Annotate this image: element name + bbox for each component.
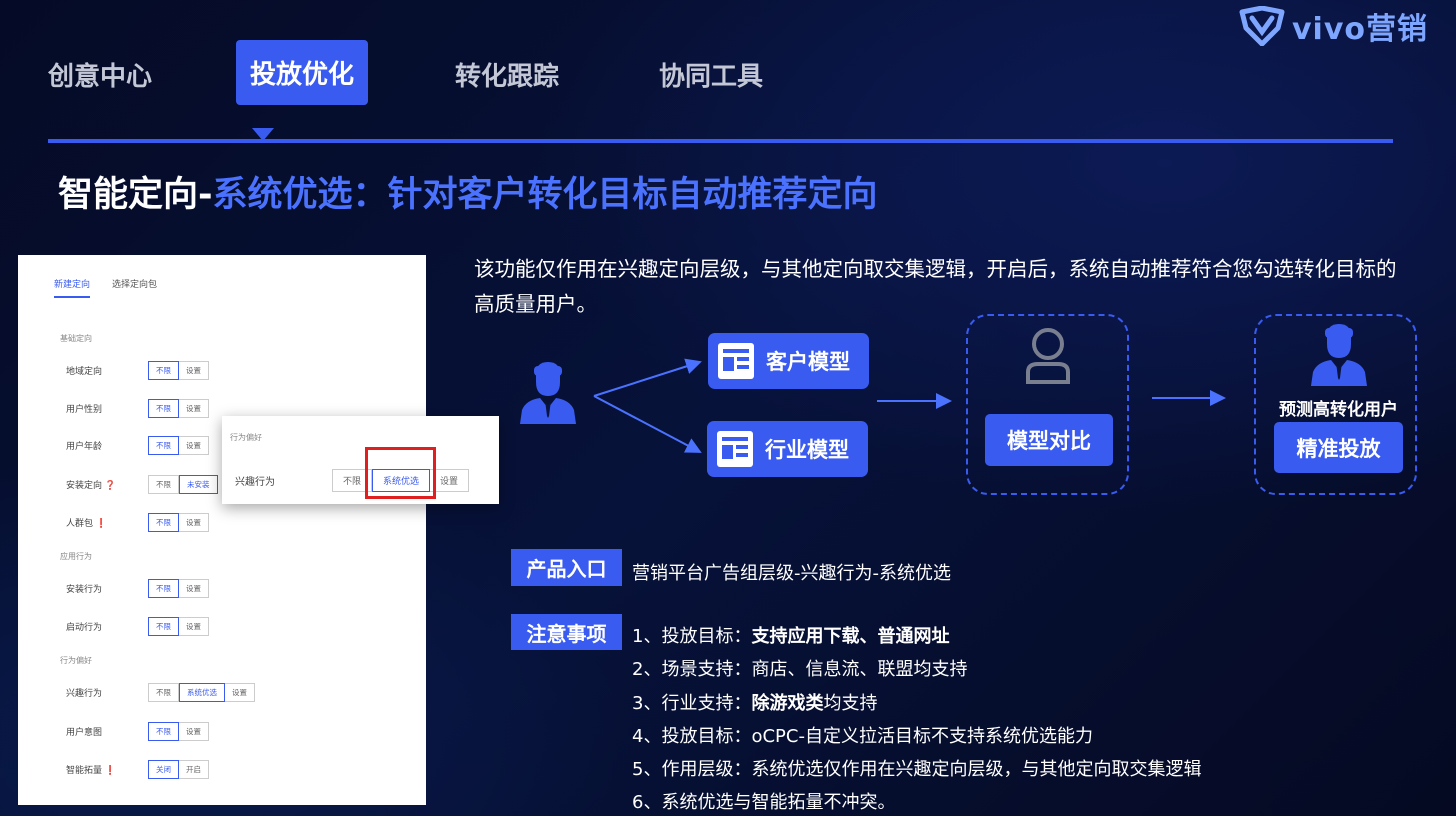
prediction-label: 预测高转化用户 xyxy=(1279,400,1398,420)
customer-model-label: 客户模型 xyxy=(766,350,850,374)
industry-model-box: 行业模型 xyxy=(707,421,868,477)
document-icon xyxy=(717,431,753,467)
arrow-to-customer-model xyxy=(593,358,702,397)
document-icon xyxy=(718,343,754,379)
product-entry-tag: 产品入口 xyxy=(511,549,622,586)
notes-tag: 注意事项 xyxy=(511,614,622,650)
customer-model-box: 客户模型 xyxy=(708,333,869,389)
note-item-3: 3、行业支持：除游戏类均支持 xyxy=(632,693,878,714)
product-entry-text: 营销平台广告组层级-兴趣行为-系统优选 xyxy=(632,563,951,584)
user-outline-icon xyxy=(1026,328,1070,384)
industry-model-label: 行业模型 xyxy=(765,438,849,462)
note-item-1: 1、投放目标：支持应用下载、普通网址 xyxy=(632,626,950,647)
note-item-6: 6、系统优选与智能拓量不冲突。 xyxy=(632,792,896,813)
precise-delivery-box: 精准投放 xyxy=(1274,422,1403,473)
user-icon xyxy=(520,362,576,424)
user-icon xyxy=(1311,324,1367,386)
note-item-2: 2、场景支持：商店、信息流、联盟均支持 xyxy=(632,659,968,680)
arrow-to-industry-model xyxy=(593,395,702,453)
note-item-5: 5、作用层级：系统优选仅作用在兴趣定向层级，与其他定向取交集逻辑 xyxy=(632,759,1202,780)
compare-box: 模型对比 xyxy=(985,414,1113,466)
note-item-4: 4、投放目标：oCPC-自定义拉活目标不支持系统优选能力 xyxy=(632,726,1093,747)
